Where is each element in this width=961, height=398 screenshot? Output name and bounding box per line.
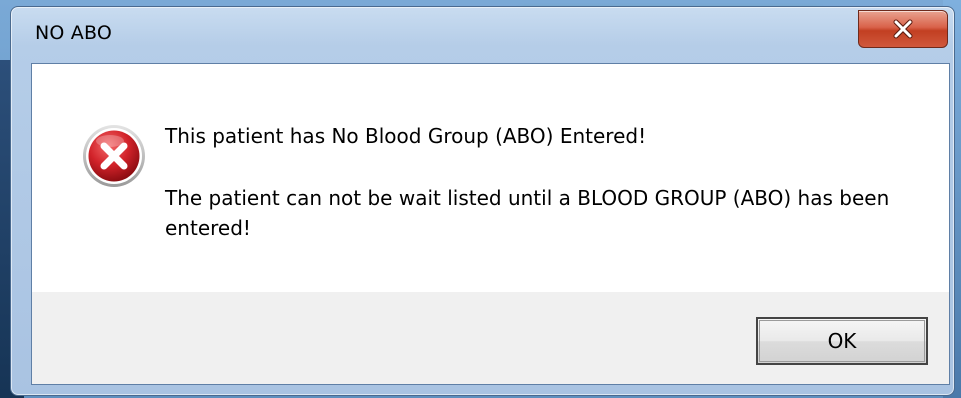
dialog-body: This patient has No Blood Group (ABO) En… — [31, 63, 950, 385]
message-text-primary: This patient has No Blood Group (ABO) En… — [165, 124, 647, 148]
message-text-secondary: The patient can not be wait listed until… — [165, 186, 890, 240]
message-area: This patient has No Blood Group (ABO) En… — [32, 64, 949, 292]
dialog-title: NO ABO — [35, 22, 113, 44]
error-icon — [83, 125, 145, 187]
close-icon — [893, 19, 913, 39]
close-button[interactable] — [858, 10, 948, 48]
message-dialog: NO ABO This patient has No Blood Group (… — [10, 6, 955, 396]
button-bar: OK — [32, 292, 949, 384]
dialog-titlebar[interactable]: NO ABO — [11, 7, 954, 63]
ok-button[interactable]: OK — [756, 317, 928, 365]
